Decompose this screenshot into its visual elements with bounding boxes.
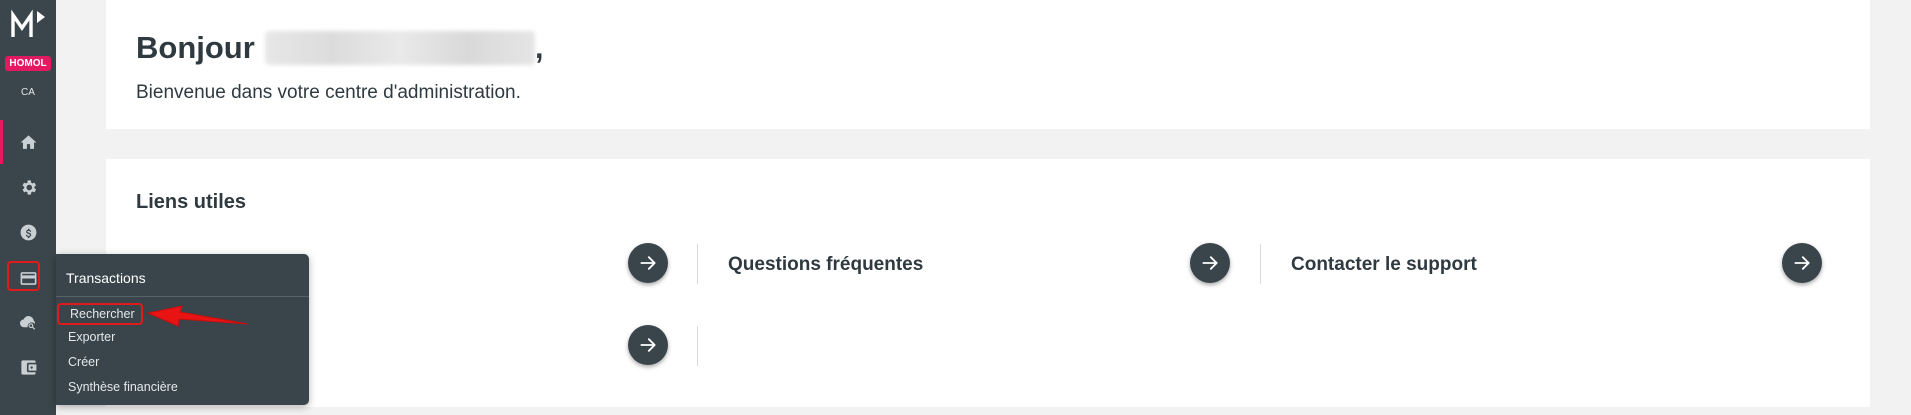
link-support-arrow-button[interactable] <box>1782 243 1822 283</box>
link-faq-arrow-button[interactable] <box>1190 243 1230 283</box>
link-1-arrow-button[interactable] <box>628 243 668 283</box>
sidebar-item-billing[interactable] <box>0 210 56 254</box>
gear-icon <box>21 179 36 195</box>
sidebar-item-cloud-search[interactable] <box>0 300 56 344</box>
arrow-right-icon <box>640 256 656 270</box>
arrow-right-icon <box>1202 256 1218 270</box>
link-divider <box>697 326 698 366</box>
welcome-card: Bonjour , Bienvenue dans votre centre d'… <box>106 0 1870 129</box>
brand-logo[interactable] <box>11 9 47 39</box>
link-divider <box>697 244 698 284</box>
sidebar-item-wallet[interactable] <box>0 345 56 389</box>
greeting-comma: , <box>534 30 544 65</box>
greeting-heading: Bonjour , <box>136 30 543 66</box>
useful-links-card: Liens utiles Questions fréquentes Contac… <box>106 159 1870 407</box>
annotation-arrow <box>146 305 249 327</box>
dollar-icon <box>20 224 36 240</box>
welcome-subtitle: Bienvenue dans votre centre d'administra… <box>136 82 521 103</box>
flyout-title: Transactions <box>66 270 146 286</box>
link-4-arrow-button[interactable] <box>628 325 668 365</box>
menu-item-creer[interactable]: Créer <box>68 355 99 369</box>
arrow-right-icon <box>1794 256 1810 270</box>
menu-item-exporter[interactable]: Exporter <box>68 330 115 344</box>
arrow-right-icon <box>640 338 656 352</box>
blurred-user-name <box>264 31 535 65</box>
sidebar-item-transactions[interactable] <box>0 256 56 300</box>
sidebar-item-home[interactable] <box>0 120 56 164</box>
menu-item-rechercher[interactable]: Rechercher <box>57 303 143 325</box>
greeting-text: Bonjour <box>136 30 255 65</box>
highlight-box <box>7 261 40 291</box>
environment-subtitle: CA <box>21 87 35 98</box>
link-divider <box>1260 244 1261 284</box>
sidebar-item-settings[interactable] <box>0 165 56 209</box>
environment-badge: HOMOL <box>5 56 51 71</box>
useful-links-title: Liens utiles <box>136 191 247 213</box>
link-contact-support[interactable]: Contacter le support <box>1291 254 1477 276</box>
home-icon <box>20 134 36 149</box>
wallet-icon <box>20 359 36 375</box>
link-faq[interactable]: Questions fréquentes <box>728 254 923 276</box>
sidebar: HOMOL CA <box>0 0 56 415</box>
cloud-search-icon <box>19 315 35 330</box>
menu-item-synthese-financiere[interactable]: Synthèse financière <box>68 380 178 394</box>
